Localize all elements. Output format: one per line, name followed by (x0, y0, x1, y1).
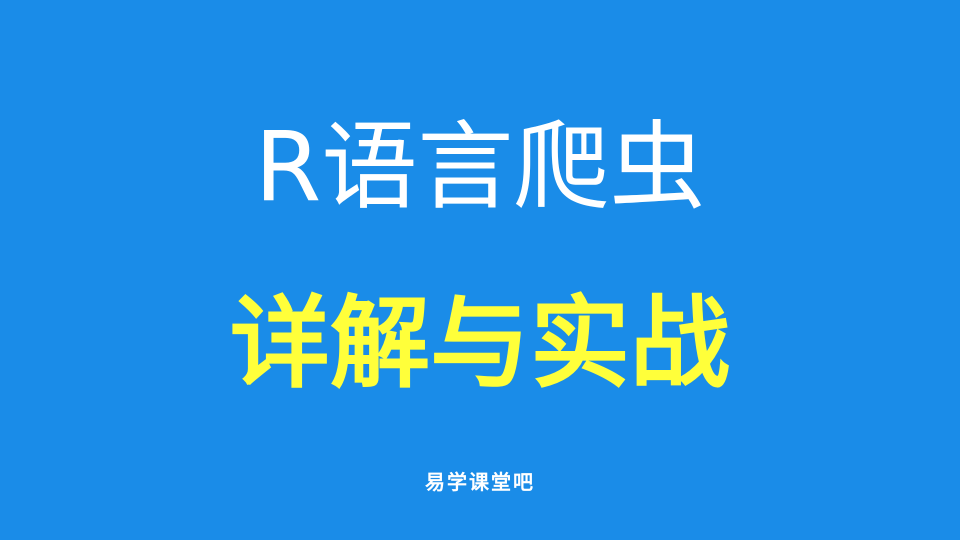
course-subtitle: 详解与实战 (230, 285, 730, 402)
course-title: R语言爬虫 (254, 111, 706, 223)
course-cover: R语言爬虫 详解与实战 易学课堂吧 (0, 0, 960, 540)
brand-name: 易学课堂吧 (425, 470, 535, 494)
